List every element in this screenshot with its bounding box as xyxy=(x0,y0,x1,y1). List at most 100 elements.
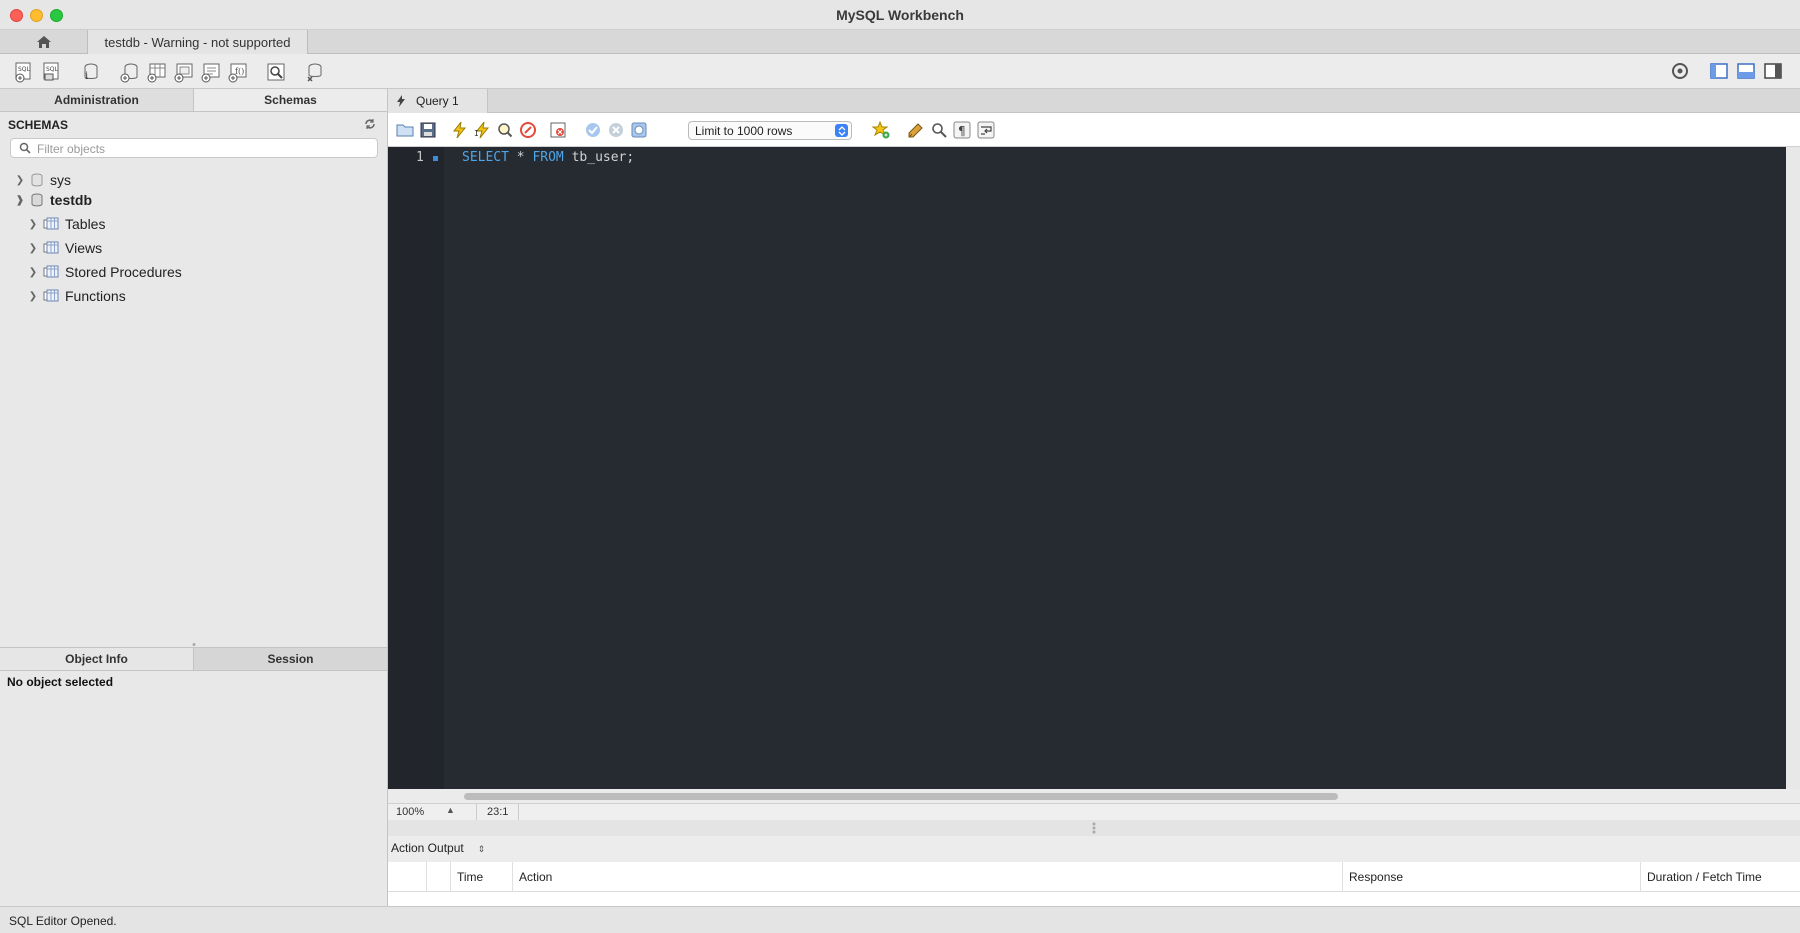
execute-current-statement-icon[interactable]: I xyxy=(473,121,491,139)
beautify-icon[interactable] xyxy=(907,121,925,139)
word-wrap-icon[interactable] xyxy=(977,121,995,139)
output-header: Action Output ⇕ xyxy=(388,836,1800,862)
execute-icon[interactable] xyxy=(450,121,468,139)
title-bar: MySQL Workbench xyxy=(0,0,1800,30)
navigator-tabs: Administration Schemas xyxy=(0,89,388,112)
open-sql-script-icon[interactable]: SQL xyxy=(41,61,63,83)
tree-label: Stored Procedures xyxy=(65,264,182,280)
tab-object-info[interactable]: Object Info xyxy=(0,648,194,670)
search-table-data-icon[interactable] xyxy=(265,61,287,83)
code-text: * xyxy=(508,150,533,165)
schema-item-testdb[interactable]: ❱ testdb xyxy=(14,190,92,210)
inspector-icon[interactable]: i xyxy=(79,61,101,83)
up-down-arrows-icon: ⇕ xyxy=(477,844,486,854)
editor-horizontal-scrollbar[interactable] xyxy=(388,789,1800,803)
filter-objects-field[interactable] xyxy=(10,138,378,158)
reconnect-icon[interactable] xyxy=(303,61,325,83)
tab-schemas[interactable]: Schemas xyxy=(194,89,388,111)
output-type-select[interactable]: Action Output ⇕ xyxy=(391,841,485,855)
open-file-icon[interactable] xyxy=(396,121,414,139)
app-status-bar: SQL Editor Opened. xyxy=(0,906,1800,933)
create-table-icon[interactable] xyxy=(146,61,168,83)
tree-item-views[interactable]: ❯ Views xyxy=(27,238,102,258)
panel-split-handle[interactable] xyxy=(0,638,388,647)
output-table-body xyxy=(388,892,1800,906)
filter-objects-input[interactable] xyxy=(37,141,367,156)
col-response[interactable]: Response xyxy=(1342,862,1640,892)
database-icon xyxy=(30,173,44,187)
create-view-icon[interactable] xyxy=(173,61,195,83)
tree-label: Functions xyxy=(65,288,126,304)
tree-item-functions[interactable]: ❯ Functions xyxy=(27,286,126,306)
connection-tab-strip: testdb - Warning - not supported xyxy=(0,30,1800,54)
tree-item-stored-procedures[interactable]: ❯ Stored Procedures xyxy=(27,262,182,282)
database-icon xyxy=(30,193,44,207)
zoom-stepper-icon[interactable]: ▲ xyxy=(446,805,455,815)
tab-administration[interactable]: Administration xyxy=(0,89,194,111)
save-icon[interactable] xyxy=(419,121,437,139)
svg-text:i: i xyxy=(85,71,88,82)
folder-table-icon xyxy=(43,289,59,303)
tree-item-tables[interactable]: ❯ Tables xyxy=(27,214,106,234)
home-tab[interactable] xyxy=(0,30,88,54)
home-icon xyxy=(36,36,51,48)
new-sql-tab-icon[interactable]: SQL xyxy=(13,61,35,83)
col-time[interactable]: Time xyxy=(450,862,512,892)
svg-text:SQL: SQL xyxy=(18,66,31,73)
folder-table-icon xyxy=(43,241,59,255)
status-message: SQL Editor Opened. xyxy=(9,914,117,928)
svg-text:f(): f() xyxy=(235,67,244,76)
tree-label: testdb xyxy=(50,192,92,208)
col-action[interactable]: Action xyxy=(512,862,1342,892)
stop-icon[interactable] xyxy=(519,121,537,139)
create-function-icon[interactable]: f() xyxy=(227,61,249,83)
editor-status-line: 100% ▲ 23:1 xyxy=(388,803,1800,821)
chevron-right-icon[interactable]: ❯ xyxy=(27,243,39,254)
zoom-level[interactable]: 100% xyxy=(396,806,424,818)
find-icon[interactable] xyxy=(930,121,948,139)
query-tab-strip: Query 1 xyxy=(388,89,1800,113)
tab-session[interactable]: Session xyxy=(194,648,388,670)
preferences-icon[interactable] xyxy=(1670,61,1690,81)
toggle-sidebar-icon[interactable] xyxy=(1709,61,1729,81)
refresh-schemas-icon[interactable] xyxy=(364,118,376,133)
toggle-secondary-sidebar-icon[interactable] xyxy=(1763,61,1783,81)
commit-icon[interactable] xyxy=(584,121,602,139)
tree-label: sys xyxy=(50,172,71,188)
output-table-header: Time Action Response Duration / Fetch Ti… xyxy=(388,862,1800,892)
query-tab-label: Query 1 xyxy=(416,94,459,108)
rollback-icon[interactable] xyxy=(607,121,625,139)
sql-keyword: FROM xyxy=(532,150,564,165)
sql-editor[interactable]: 1 SELECT * FROM tb_user; xyxy=(388,147,1786,789)
scrollbar-thumb[interactable] xyxy=(464,793,1338,800)
up-down-arrows-icon xyxy=(835,124,848,137)
chevron-right-icon[interactable]: ❯ xyxy=(27,267,39,278)
schema-item-sys[interactable]: ❯ sys xyxy=(14,170,71,190)
add-snippet-icon[interactable] xyxy=(871,120,890,139)
output-split-handle[interactable] xyxy=(388,820,1800,836)
toggle-output-panel-icon[interactable] xyxy=(1736,61,1756,81)
cursor-position: 23:1 xyxy=(476,804,520,821)
limit-rows-select[interactable]: Limit to 1000 rows xyxy=(688,121,852,140)
code-line[interactable]: SELECT * FROM tb_user; xyxy=(462,150,634,165)
chevron-right-icon[interactable]: ❯ xyxy=(27,291,39,302)
autocommit-toggle-icon[interactable] xyxy=(630,121,648,139)
folder-table-icon xyxy=(43,217,59,231)
tab-query-1[interactable]: Query 1 xyxy=(388,89,488,113)
code-text: tb_user; xyxy=(563,150,635,165)
col-status[interactable] xyxy=(426,862,450,892)
show-invisibles-icon[interactable]: ¶ xyxy=(953,121,971,139)
toggle-continue-on-error-icon[interactable] xyxy=(549,121,567,139)
tree-label: Views xyxy=(65,240,103,256)
create-schema-icon[interactable] xyxy=(119,61,141,83)
explain-icon[interactable] xyxy=(496,121,514,139)
folder-table-icon xyxy=(43,265,59,279)
col-duration[interactable]: Duration / Fetch Time xyxy=(1640,862,1800,892)
chevron-right-icon[interactable]: ❯ xyxy=(14,175,26,186)
chevron-down-icon[interactable]: ❱ xyxy=(14,195,26,206)
create-procedure-icon[interactable] xyxy=(200,61,222,83)
svg-text:¶: ¶ xyxy=(958,124,966,138)
chevron-right-icon[interactable]: ❯ xyxy=(27,219,39,230)
output-type-value: Action Output xyxy=(391,841,464,855)
connection-tab[interactable]: testdb - Warning - not supported xyxy=(88,30,308,54)
